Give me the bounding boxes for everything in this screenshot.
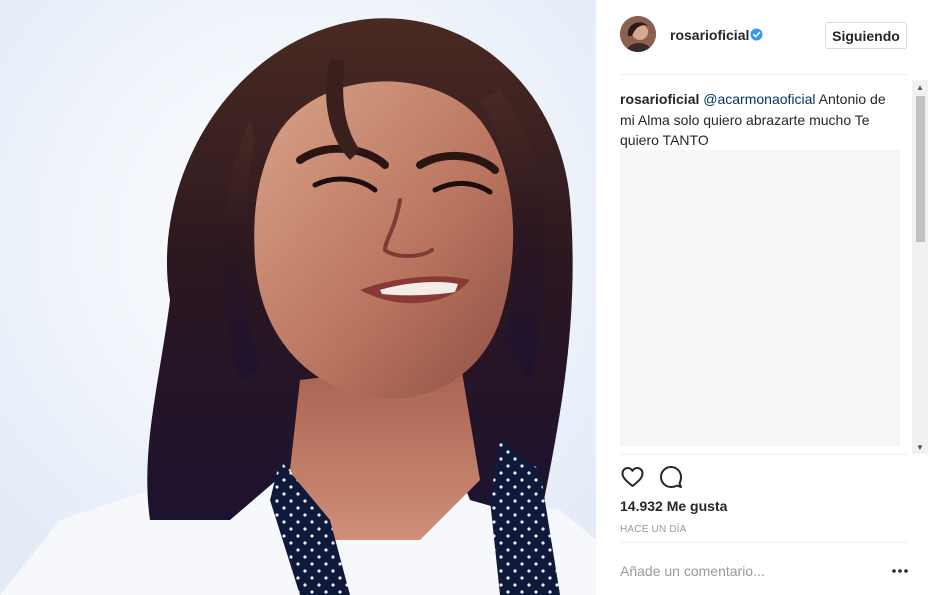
post-timestamp[interactable]: HACE UN DÍA — [620, 524, 687, 535]
speech-bubble-icon[interactable] — [659, 465, 683, 489]
portrait-image — [0, 0, 596, 595]
comments-area: rosarioficial @acarmonaoficial Antonio d… — [620, 80, 916, 454]
caption-mention[interactable]: @acarmonaoficial — [703, 91, 815, 107]
divider — [620, 454, 908, 455]
post-photo[interactable] — [0, 0, 596, 595]
divider — [620, 74, 908, 75]
post-sidebar: rosarioficial Siguiendo rosarioficial @a… — [596, 0, 928, 595]
avatar-image — [620, 16, 656, 52]
comments-placeholder-box — [620, 150, 900, 446]
username-link[interactable]: rosarioficial — [670, 27, 749, 43]
avatar[interactable] — [620, 16, 656, 52]
verified-badge-icon — [750, 28, 763, 41]
scroll-up-arrow-icon[interactable]: ▲ — [912, 80, 928, 94]
caption: rosarioficial @acarmonaoficial Antonio d… — [620, 89, 888, 151]
likes-count[interactable]: 14.932 Me gusta — [620, 498, 727, 514]
ellipsis-icon[interactable] — [890, 564, 910, 578]
scroll-down-arrow-icon[interactable]: ▼ — [912, 440, 928, 454]
heart-outline-icon[interactable] — [620, 465, 645, 489]
scrollbar-thumb[interactable] — [916, 96, 925, 242]
comments-scrollbar[interactable]: ▲ ▼ — [912, 80, 928, 454]
post-header: rosarioficial Siguiendo — [596, 0, 928, 74]
comment-input[interactable] — [620, 556, 870, 586]
divider — [620, 542, 908, 543]
following-button[interactable]: Siguiendo — [825, 22, 907, 49]
caption-username[interactable]: rosarioficial — [620, 91, 699, 107]
